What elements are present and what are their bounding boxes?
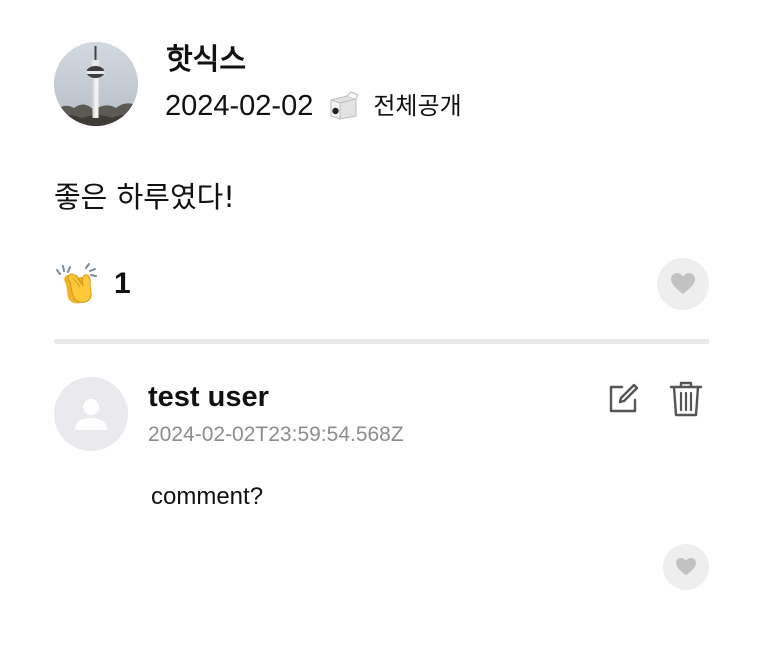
edit-comment-button[interactable] — [603, 379, 643, 419]
comment-timestamp: 2024-02-02T23:59:54.568Z — [148, 423, 404, 446]
comment-author-avatar[interactable] — [54, 377, 128, 451]
comment-author-name[interactable]: test user — [148, 379, 269, 415]
comment-like-button[interactable] — [663, 544, 709, 590]
like-button[interactable] — [657, 258, 709, 310]
trash-icon — [669, 381, 703, 417]
post-date: 2024-02-02 — [165, 90, 314, 122]
comment-text: comment? — [151, 483, 264, 510]
edit-icon — [609, 383, 639, 413]
heart-icon — [671, 273, 695, 294]
tower-photo-icon — [54, 42, 138, 126]
reaction-summary[interactable]: 1 — [56, 262, 131, 306]
delete-comment-button[interactable] — [666, 378, 706, 420]
post-author-avatar[interactable] — [54, 42, 138, 126]
visibility-icon — [325, 88, 361, 124]
user-placeholder-icon — [75, 399, 107, 430]
post-meta: 2024-02-02 전체공개 — [165, 88, 462, 124]
post-author-name[interactable]: 핫식스 — [166, 40, 246, 78]
post-content: 좋은 하루였다! — [54, 180, 235, 214]
reaction-count: 1 — [114, 267, 131, 300]
clapping-hands-icon — [56, 262, 100, 306]
heart-icon — [676, 557, 696, 576]
visibility-label: 전체공개 — [373, 92, 462, 120]
divider — [54, 339, 709, 344]
